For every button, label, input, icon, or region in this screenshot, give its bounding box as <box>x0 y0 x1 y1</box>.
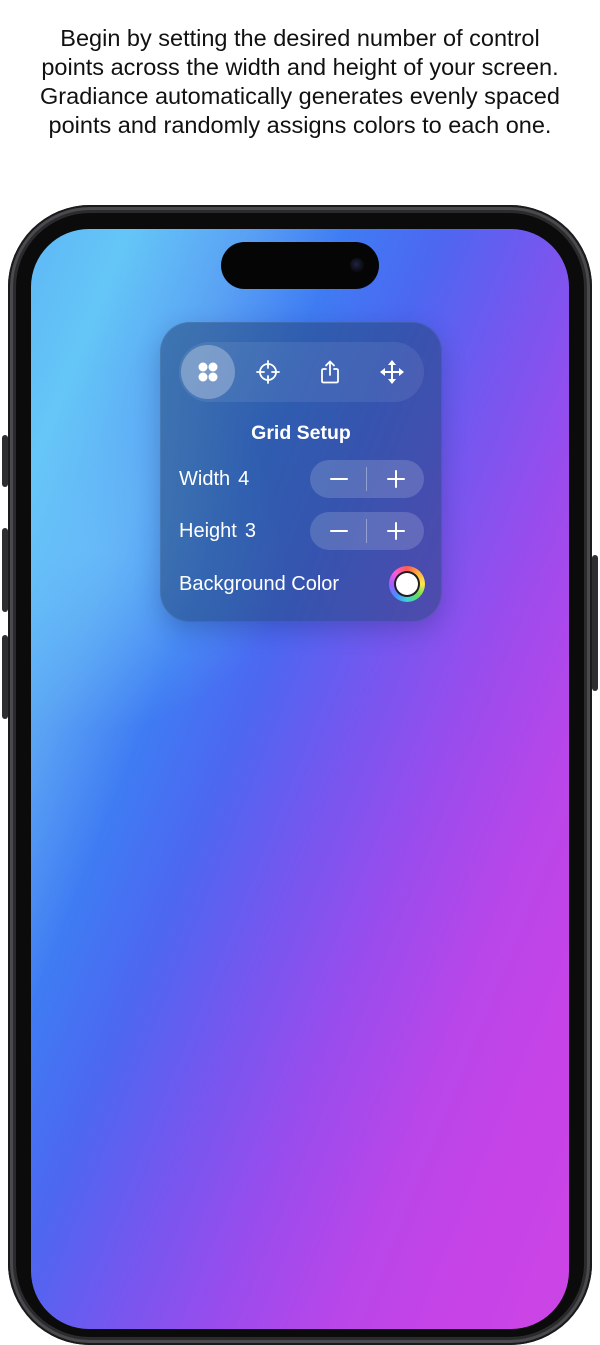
volume-down-button <box>2 635 8 719</box>
caption-text: Begin by setting the desired number of c… <box>40 25 560 138</box>
action-button <box>2 435 8 487</box>
width-label: Width <box>179 468 231 490</box>
plus-icon <box>386 522 405 540</box>
width-row-label: Width 4 <box>179 468 249 491</box>
move-arrows-icon <box>380 360 404 384</box>
panel-title: Grid Setup <box>251 422 351 444</box>
background-color-well[interactable] <box>389 566 425 602</box>
panel-toolbar <box>179 342 424 402</box>
dynamic-island <box>221 242 379 289</box>
height-stepper <box>310 512 424 550</box>
grid-points-icon <box>198 362 218 382</box>
width-value: 4 <box>238 468 250 490</box>
power-button <box>592 555 598 691</box>
tool-share-button[interactable] <box>303 345 357 399</box>
minus-icon <box>329 478 348 480</box>
height-row-label: Height 3 <box>179 520 256 543</box>
minus-icon <box>329 530 348 532</box>
background-color-swatch <box>396 573 418 595</box>
crosshair-icon <box>256 360 280 384</box>
height-value: 3 <box>244 520 256 542</box>
height-decrement-button[interactable] <box>310 512 367 550</box>
width-increment-button[interactable] <box>367 460 424 498</box>
volume-up-button <box>2 528 8 612</box>
width-stepper <box>310 460 424 498</box>
share-icon <box>321 360 339 384</box>
tool-crosshair-button[interactable] <box>241 345 295 399</box>
background-color-label: Background Color <box>179 573 340 595</box>
tool-move-button[interactable] <box>365 345 419 399</box>
tool-grid-button[interactable] <box>181 345 235 399</box>
height-increment-button[interactable] <box>367 512 424 550</box>
width-decrement-button[interactable] <box>310 460 367 498</box>
height-label: Height <box>179 520 237 542</box>
grid-setup-panel: Grid Setup Width 4 Height 3 Background Col… <box>160 322 442 622</box>
plus-icon <box>386 470 405 488</box>
front-camera <box>350 258 364 272</box>
